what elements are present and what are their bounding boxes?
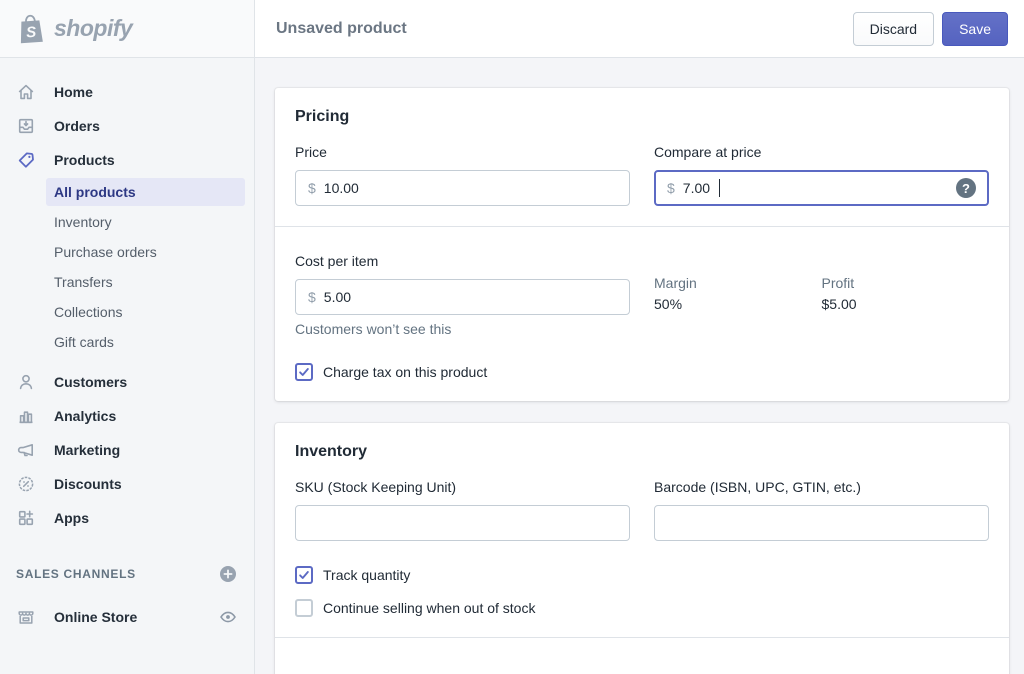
sales-channels-header: SALES CHANNELS: [0, 564, 254, 584]
page-header: Unsaved product Discard Save: [255, 0, 1024, 58]
shopify-wordmark: shopify: [54, 15, 133, 41]
margin-value: 50%: [654, 296, 683, 312]
shopify-admin: S shopify Unsaved product Discard Save H…: [0, 0, 1024, 674]
sidebar-item-orders[interactable]: Orders: [0, 109, 254, 143]
sidebar-item-label: Apps: [54, 510, 89, 526]
pricing-cost-section: Cost per item $ 5.00 Customers won’t see…: [275, 226, 1009, 401]
track-quantity-checkbox-row[interactable]: Track quantity: [295, 566, 989, 584]
products-icon: [16, 150, 36, 170]
margin-label: Margin: [654, 275, 697, 291]
margin-stat: Margin 50%: [654, 273, 822, 339]
sidebar-subitem-collections[interactable]: Collections: [0, 297, 254, 327]
apps-icon: [16, 508, 36, 528]
continue-selling-checkbox-row[interactable]: Continue selling when out of stock: [295, 599, 989, 617]
sales-channels-title: SALES CHANNELS: [16, 567, 136, 581]
track-quantity-label: Track quantity: [323, 567, 411, 583]
nav-gap: [0, 357, 254, 365]
profit-label: Profit: [821, 275, 855, 291]
continue-selling-checkbox[interactable]: [295, 599, 313, 617]
compare-at-price-label: Compare at price: [654, 144, 762, 160]
discard-button[interactable]: Discard: [852, 11, 935, 46]
cost-helper-text: Customers won’t see this: [295, 321, 452, 337]
sidebar-subitem-purchase-orders[interactable]: Purchase orders: [0, 237, 254, 267]
text-cursor: [719, 179, 721, 197]
sidebar-nav: Home Orders Products All products Invent…: [0, 58, 255, 674]
inventory-heading: Inventory: [295, 443, 368, 460]
barcode-field-group: Barcode (ISBN, UPC, GTIN, etc.): [654, 477, 989, 541]
sidebar-subitem-inventory[interactable]: Inventory: [0, 207, 254, 237]
charge-tax-checkbox-row[interactable]: Charge tax on this product: [295, 363, 989, 381]
online-store-icon: [16, 607, 36, 627]
home-icon: [16, 82, 36, 102]
inventory-next-section-divider: [275, 637, 1009, 674]
sidebar-item-apps[interactable]: Apps: [0, 501, 254, 535]
page-title: Unsaved product: [276, 19, 407, 37]
compare-at-price-field-group: Compare at price $ 7.00 ?: [654, 142, 989, 206]
save-button[interactable]: Save: [942, 11, 1008, 46]
sidebar-item-label: Discounts: [54, 476, 122, 492]
profit-stat: Profit $5.00: [822, 273, 990, 339]
sidebar-subitem-transfers[interactable]: Transfers: [0, 267, 254, 297]
cost-per-item-input[interactable]: $ 5.00: [295, 279, 630, 315]
barcode-input[interactable]: [654, 505, 989, 541]
pricing-heading: Pricing: [295, 108, 350, 125]
sku-field-group: SKU (Stock Keeping Unit): [295, 477, 630, 541]
pricing-card: Pricing Price $ 10.00 Compare at price $: [275, 88, 1009, 401]
shopify-bag-icon: S: [16, 11, 46, 47]
sidebar-item-label: Customers: [54, 374, 128, 390]
continue-selling-label: Continue selling when out of stock: [323, 600, 536, 616]
help-question-icon[interactable]: ?: [956, 178, 976, 198]
header-actions: Discard Save: [852, 11, 1008, 46]
sidebar-item-home[interactable]: Home: [0, 75, 254, 109]
track-quantity-checkbox[interactable]: [295, 566, 313, 584]
sidebar-item-products[interactable]: Products: [0, 143, 254, 177]
barcode-label: Barcode (ISBN, UPC, GTIN, etc.): [654, 479, 861, 495]
margin-profit-stats: Margin 50% Profit $5.00: [654, 251, 989, 339]
currency-prefix: $: [667, 180, 675, 196]
cost-per-item-value: 5.00: [323, 289, 352, 305]
charge-tax-label: Charge tax on this product: [323, 364, 488, 380]
analytics-icon: [16, 406, 36, 426]
sidebar-item-online-store[interactable]: Online Store: [0, 600, 254, 634]
orders-icon: [16, 116, 36, 136]
sidebar-subitem-all-products[interactable]: All products: [46, 178, 245, 206]
price-input[interactable]: $ 10.00: [295, 170, 630, 206]
customers-icon: [16, 372, 36, 392]
add-sales-channel-icon[interactable]: [218, 564, 238, 584]
compare-at-price-input[interactable]: $ 7.00 ?: [654, 170, 989, 206]
pricing-top-section: Pricing Price $ 10.00 Compare at price $: [275, 88, 1009, 226]
sidebar-subitem-gift-cards[interactable]: Gift cards: [0, 327, 254, 357]
cost-per-item-label: Cost per item: [295, 253, 379, 269]
sidebar-item-label: Online Store: [54, 609, 138, 625]
discounts-icon: [16, 474, 36, 494]
sidebar-item-label: Home: [54, 84, 93, 100]
sidebar-item-label: Orders: [54, 118, 100, 134]
sidebar-item-analytics[interactable]: Analytics: [0, 399, 254, 433]
profit-value: $5.00: [821, 296, 857, 312]
price-field-group: Price $ 10.00: [295, 142, 630, 206]
logo-area: S shopify: [0, 0, 255, 58]
sidebar-item-marketing[interactable]: Marketing: [0, 433, 254, 467]
main-content: Pricing Price $ 10.00 Compare at price $: [255, 58, 1024, 674]
cost-field-group: Cost per item $ 5.00 Customers won’t see…: [295, 251, 630, 339]
svg-text:S: S: [26, 23, 37, 41]
inventory-top-section: Inventory SKU (Stock Keeping Unit) Barco…: [275, 423, 1009, 637]
sidebar-item-label: Products: [54, 152, 115, 168]
compare-at-price-value: 7.00: [682, 180, 711, 196]
sku-label: SKU (Stock Keeping Unit): [295, 479, 457, 495]
sidebar-item-customers[interactable]: Customers: [0, 365, 254, 399]
inventory-card: Inventory SKU (Stock Keeping Unit) Barco…: [275, 423, 1009, 674]
sidebar-item-discounts[interactable]: Discounts: [0, 467, 254, 501]
sidebar-item-label: Marketing: [54, 442, 121, 458]
marketing-icon: [16, 440, 36, 460]
sidebar-item-label: Analytics: [54, 408, 117, 424]
currency-prefix: $: [308, 289, 316, 305]
currency-prefix: $: [308, 180, 316, 196]
price-value: 10.00: [323, 180, 359, 196]
price-label: Price: [295, 144, 327, 160]
sku-input[interactable]: [295, 505, 630, 541]
charge-tax-checkbox[interactable]: [295, 363, 313, 381]
view-online-store-eye-icon[interactable]: [218, 607, 238, 627]
